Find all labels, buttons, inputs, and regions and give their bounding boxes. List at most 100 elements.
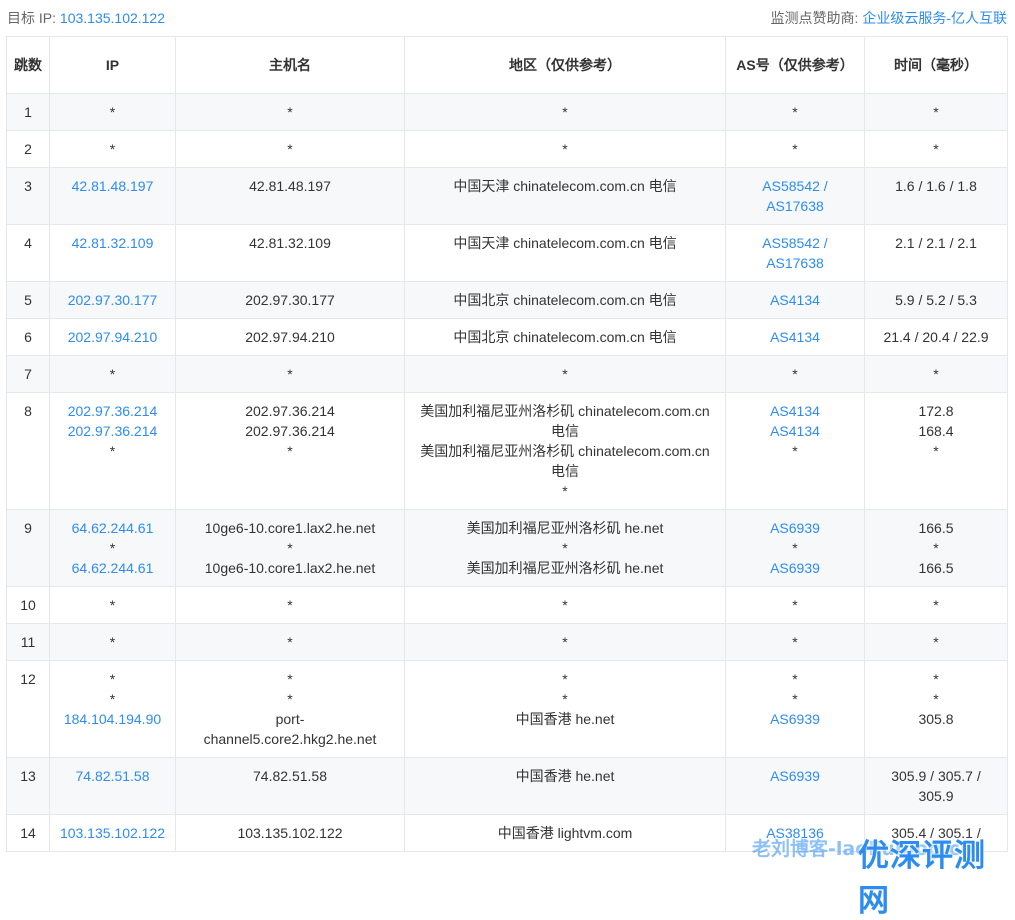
table-row: 12 * * 184.104.194.90 * * port-channel5.core2.… <box>6 660 1008 758</box>
asn-line[interactable]: AS6939 <box>730 766 860 786</box>
ip-line[interactable]: 64.62.244.61 <box>54 558 171 578</box>
ip-line[interactable]: 103.135.102.122 <box>54 823 171 843</box>
host-line: * <box>287 634 293 650</box>
ip-line: * <box>109 443 116 459</box>
ip-line: * <box>109 104 116 120</box>
asn-cell: * <box>725 586 865 624</box>
target-ip-link[interactable]: 103.135.102.122 <box>60 10 165 26</box>
host-line: * <box>287 104 293 120</box>
host-line: * <box>287 671 293 687</box>
asn-cell: AS38136 <box>725 814 865 852</box>
asn-line[interactable]: AS6939 <box>730 518 860 538</box>
time-line: * <box>933 104 939 120</box>
asn-line[interactable]: AS6939 <box>730 558 860 578</box>
ip-line[interactable]: 202.97.36.214 <box>54 401 171 421</box>
region-line: 美国加利福尼亚州洛杉矶 chinatelecom.com.cn <box>420 443 710 459</box>
region-cell: * <box>404 586 726 624</box>
host-line: 42.81.48.197 <box>249 178 331 194</box>
asn-cell: AS4134 <box>725 281 865 319</box>
ip-line[interactable]: 202.97.30.177 <box>54 290 171 310</box>
time-cell: * <box>864 93 1008 131</box>
col-header-region: 地区（仅供参考） <box>404 36 726 94</box>
asn-line[interactable]: AS4134 <box>730 327 860 347</box>
sponsor-link[interactable]: 企业级云服务-亿人互联 <box>862 10 1007 26</box>
asn-line[interactable]: AS4134 <box>730 401 860 421</box>
time-cell: 5.9 / 5.2 / 5.3 <box>864 281 1008 319</box>
asn-cell: AS4134 <box>725 318 865 356</box>
asn-line: * <box>792 443 798 459</box>
asn-cell: * <box>725 623 865 661</box>
ip-cell: * <box>49 586 176 624</box>
time-cell: 2.1 / 2.1 / 2.1 <box>864 224 1008 282</box>
ip-line[interactable]: 64.62.244.61 <box>54 518 171 538</box>
asn-line: * <box>792 597 798 613</box>
hostname-cell: 202.97.94.210 <box>175 318 405 356</box>
ip-cell: * <box>49 623 176 661</box>
traceroute-table: 跳数 IP 主机名 地区（仅供参考） AS号（仅供参考） 时间（毫秒） 1 * * *… <box>6 36 1008 852</box>
host-line: 74.82.51.58 <box>253 768 327 784</box>
time-cell: * <box>864 586 1008 624</box>
ip-line[interactable]: 202.97.94.210 <box>54 327 171 347</box>
asn-cell: AS58542 /AS17638 <box>725 167 865 225</box>
col-header-asn: AS号（仅供参考） <box>725 36 865 94</box>
asn-line[interactable]: AS17638 <box>730 253 860 273</box>
hop-cell: 14 <box>6 814 50 852</box>
region-line: * <box>562 597 568 613</box>
region-line: 中国北京 chinatelecom.com.cn 电信 <box>453 329 677 345</box>
region-line: 美国加利福尼亚州洛杉矶 chinatelecom.com.cn <box>420 403 710 419</box>
host-line: 10ge6-10.core1.lax2.he.net <box>204 520 376 536</box>
asn-line[interactable]: AS58542 / <box>730 233 860 253</box>
hop-cell: 12 <box>6 660 50 758</box>
region-line: * <box>562 366 568 382</box>
hostname-cell: 202.97.36.214 202.97.36.214 * <box>175 392 405 510</box>
ip-line[interactable]: 74.82.51.58 <box>54 766 171 786</box>
asn-cell: * * AS6939 <box>725 660 865 758</box>
ip-line[interactable]: 184.104.194.90 <box>54 709 171 729</box>
time-line: 5.9 / 5.2 / 5.3 <box>895 292 977 308</box>
time-cell: 21.4 / 20.4 / 22.9 <box>864 318 1008 356</box>
asn-line[interactable]: AS58542 / <box>730 176 860 196</box>
ip-line: * <box>109 671 116 687</box>
ip-cell: 202.97.30.177 <box>49 281 176 319</box>
asn-line[interactable]: AS17638 <box>730 196 860 216</box>
region-cell: 中国香港 he.net <box>404 757 726 815</box>
ip-cell: 202.97.94.210 <box>49 318 176 356</box>
table-row: 4 42.81.32.109 42.81.32.109 中国天津 chinatelec… <box>6 224 1008 282</box>
asn-line[interactable]: AS6939 <box>730 709 860 729</box>
ip-line[interactable]: 202.97.36.214 <box>54 421 171 441</box>
hostname-cell: * <box>175 623 405 661</box>
table-row: 1 * * * * * <box>6 93 1008 131</box>
host-line: channel5.core2.hkg2.he.net <box>203 731 377 747</box>
asn-line[interactable]: AS4134 <box>730 421 860 441</box>
region-line: 美国加利福尼亚州洛杉矶 he.net <box>466 520 664 536</box>
asn-line[interactable]: AS38136 <box>730 823 860 843</box>
region-cell: 美国加利福尼亚州洛杉矶 chinatelecom.com.cn 电信 美国加利福尼亚… <box>404 392 726 510</box>
ip-line: * <box>109 540 116 556</box>
region-line: * <box>562 104 568 120</box>
ip-cell: * <box>49 130 176 168</box>
hop-cell: 4 <box>6 224 50 282</box>
table-row: 13 74.82.51.58 74.82.51.58 中国香港 he.net AS693… <box>6 757 1008 815</box>
hostname-cell: 10ge6-10.core1.lax2.he.net * 10ge6-10.core… <box>175 509 405 587</box>
region-line: 中国北京 chinatelecom.com.cn 电信 <box>453 292 677 308</box>
hop-cell: 3 <box>6 167 50 225</box>
table-row: 3 42.81.48.197 42.81.48.197 中国天津 chinatelec… <box>6 167 1008 225</box>
region-cell: * <box>404 623 726 661</box>
time-line: * <box>933 443 939 459</box>
ip-cell: * * 184.104.194.90 <box>49 660 176 758</box>
region-line: * <box>562 483 568 499</box>
col-header-hop: 跳数 <box>6 36 50 94</box>
asn-cell: AS6939 <box>725 757 865 815</box>
ip-line[interactable]: 42.81.32.109 <box>54 233 171 253</box>
asn-line[interactable]: AS4134 <box>730 290 860 310</box>
ip-line[interactable]: 42.81.48.197 <box>54 176 171 196</box>
time-line: 305.9 / 305.7 / <box>891 768 981 784</box>
table-header-row: 跳数 IP 主机名 地区（仅供参考） AS号（仅供参考） 时间（毫秒） <box>6 36 1008 94</box>
region-line: 中国天津 chinatelecom.com.cn 电信 <box>453 178 677 194</box>
time-line: 168.4 <box>918 423 954 439</box>
time-line: 305.8 <box>918 711 954 727</box>
hostname-cell: * <box>175 355 405 393</box>
time-line: * <box>933 540 939 556</box>
host-line: * <box>287 691 293 707</box>
table-row: 9 64.62.244.61 * 64.62.244.61 10ge6-10.core1… <box>6 509 1008 587</box>
